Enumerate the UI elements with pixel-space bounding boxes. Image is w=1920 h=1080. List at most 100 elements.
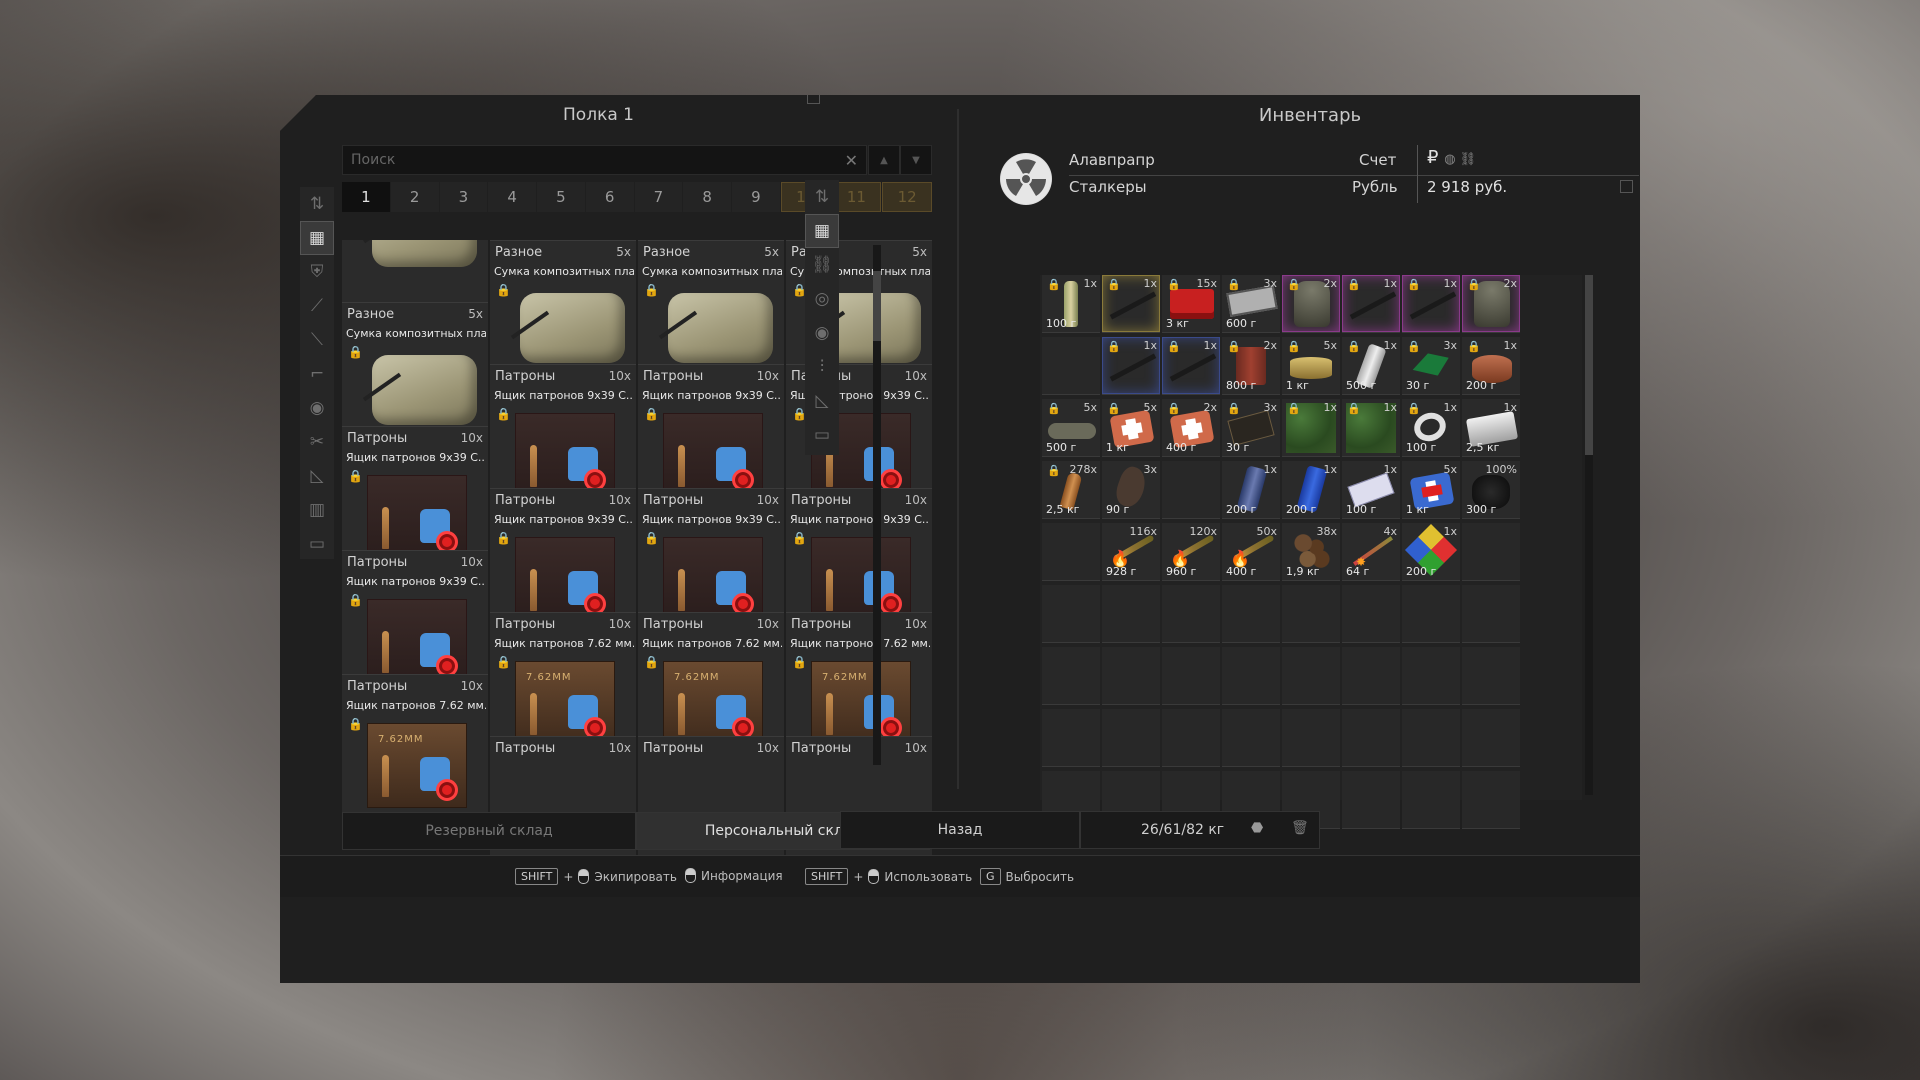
inventory-slot-bullet[interactable]: 🔥 120x 960 г <box>1162 523 1220 581</box>
inventory-slot-artifact[interactable]: 🔒 3x 30 г <box>1402 337 1460 395</box>
inventory-slot-empty[interactable] <box>1462 709 1520 767</box>
triangle-icon[interactable]: ◺ <box>300 459 334 493</box>
inventory-slot-bullet[interactable]: 🔥 116x 928 г <box>1102 523 1160 581</box>
trash-icon[interactable]: 🗑 <box>1291 820 1309 836</box>
sort-icon[interactable]: ⇅ <box>300 187 334 221</box>
inventory-slot-empty[interactable] <box>1402 709 1460 767</box>
inventory-slot-empty[interactable] <box>1342 585 1400 643</box>
inventory-slot-dart[interactable]: ✸ 4x 64 г <box>1342 523 1400 581</box>
inventory-slot-dark[interactable]: 100% 300 г <box>1462 461 1520 519</box>
inventory-slot-medkit2[interactable]: 5x 1 кг <box>1402 461 1460 519</box>
camera-icon[interactable]: ◉ <box>300 391 334 425</box>
inventory-slot-rifle[interactable]: 🔒 1x <box>1102 337 1160 395</box>
inventory-slot-empty[interactable] <box>1462 647 1520 705</box>
tab-shelf-6[interactable]: 6 <box>585 182 634 212</box>
inventory-slot-empty[interactable] <box>1102 585 1160 643</box>
back-button[interactable]: Назад <box>840 811 1080 849</box>
shelf-scrollbar[interactable] <box>873 245 881 765</box>
inventory-slot-empty[interactable] <box>1282 709 1340 767</box>
inventory-slot-rifle[interactable]: 🔒 1x <box>1162 337 1220 395</box>
inventory-slot-tin[interactable]: 🔒 5x 1 кг <box>1282 337 1340 395</box>
tab-shelf-12[interactable]: 12 <box>882 182 932 212</box>
inventory-slot-medkit[interactable]: 🔒 5x 1 кг <box>1102 399 1160 457</box>
inventory-scrollbar[interactable] <box>1585 275 1593 795</box>
inventory-slot-empty[interactable] <box>1042 585 1100 643</box>
tab-shelf-8[interactable]: 8 <box>683 182 731 212</box>
inventory-slot-empty[interactable] <box>1162 461 1220 519</box>
grenade-icon[interactable]: ◎ <box>805 282 839 316</box>
scroll-down-arrow-icon[interactable]: ▼ <box>900 145 932 175</box>
camera-icon[interactable]: ◉ <box>805 316 839 350</box>
inventory-slot-empty[interactable] <box>1342 709 1400 767</box>
inventory-slot-rifle[interactable]: 🔒 1x <box>1102 275 1160 333</box>
tab-shelf-4[interactable]: 4 <box>488 182 536 212</box>
inventory-slot-toolkit[interactable]: 🔒 3x 600 г <box>1222 275 1280 333</box>
scroll-up-arrow-icon[interactable]: ▲ <box>868 145 900 175</box>
help-icon[interactable] <box>1620 180 1633 193</box>
inventory-slot-empty[interactable] <box>1042 523 1100 581</box>
inventory-slot-empty[interactable] <box>1342 771 1400 829</box>
tab-shelf-5[interactable]: 5 <box>537 182 585 212</box>
tab-shelf-3[interactable]: 3 <box>439 182 488 212</box>
tab-shelf-9[interactable]: 9 <box>732 182 780 212</box>
inventory-slot-envelope[interactable]: 🔒 3x 30 г <box>1222 399 1280 457</box>
shelf-item-card[interactable]: 7.62MM Патроны 10x Ящик патронов 7.62 мм.. 🔒 <box>342 674 488 824</box>
tab-shelf-7[interactable]: 7 <box>634 182 683 212</box>
inventory-slot-spray[interactable]: 1x 200 г <box>1222 461 1280 519</box>
inventory-slot-bottle[interactable]: 🔒 1x 100 г <box>1042 275 1100 333</box>
armor-icon[interactable]: ⛨ <box>300 255 334 289</box>
inventory-slot-redbox[interactable]: 🔒 15x 3 кг <box>1162 275 1220 333</box>
inventory-slot-case[interactable]: 1x 2,5 кг <box>1462 399 1520 457</box>
inventory-slot-empty[interactable] <box>1282 647 1340 705</box>
inventory-slot-camo[interactable]: 🔒 1x <box>1342 399 1400 457</box>
link-icon[interactable]: ⛓ <box>805 248 839 282</box>
tools-icon[interactable]: ✂ <box>300 425 334 459</box>
inventory-slot-empty[interactable] <box>1462 771 1520 829</box>
inventory-slot-empty[interactable] <box>1222 709 1280 767</box>
clear-search-icon[interactable]: ✕ <box>845 151 858 170</box>
triangle-icon[interactable]: ◺ <box>805 384 839 418</box>
box-icon[interactable]: ▭ <box>805 418 839 452</box>
inventory-slot-empty[interactable] <box>1402 585 1460 643</box>
inventory-slot-can[interactable]: 🔒 2x 800 г <box>1222 337 1280 395</box>
inventory-slot-bandage[interactable]: 🔒 5x 500 г <box>1042 399 1100 457</box>
inventory-slot-empty[interactable] <box>1462 523 1520 581</box>
inventory-slot-pills[interactable]: 1x 100 г <box>1342 461 1400 519</box>
inventory-slot-empty[interactable] <box>1162 585 1220 643</box>
book-icon[interactable]: ▥ <box>300 493 334 527</box>
inventory-slot-empty[interactable] <box>1462 585 1520 643</box>
inventory-slot-nuts[interactable]: 38x 1,9 кг <box>1282 523 1340 581</box>
inventory-slot-armor[interactable]: 🔒 2x <box>1462 275 1520 333</box>
inventory-slot-armor[interactable]: 🔒 2x <box>1282 275 1340 333</box>
inventory-slot-empty[interactable] <box>1402 771 1460 829</box>
search-input[interactable] <box>343 146 823 174</box>
inventory-slot-jar[interactable]: 🔒 1x 200 г <box>1462 337 1520 395</box>
tab-shelf-2[interactable]: 2 <box>390 182 439 212</box>
box-icon[interactable]: ▭ <box>300 527 334 561</box>
inventory-slot-flask[interactable]: 🔒 1x 500 г <box>1342 337 1400 395</box>
inventory-slot-rifle[interactable]: 🔒 1x <box>1402 275 1460 333</box>
rifle-icon[interactable]: ⟋ <box>300 289 334 323</box>
inventory-slot-empty[interactable] <box>1282 585 1340 643</box>
sort-icon[interactable]: ⇅ <box>805 180 839 214</box>
grid-icon[interactable]: ▦ <box>300 221 334 255</box>
inventory-slot-shell[interactable]: 🔒 278x 2,5 кг <box>1042 461 1100 519</box>
inventory-slot-empty[interactable] <box>1102 647 1160 705</box>
inventory-slot-energy[interactable]: 1x 200 г <box>1282 461 1340 519</box>
inventory-slot-empty[interactable] <box>1042 709 1100 767</box>
knife-icon[interactable]: ⟍ <box>300 323 334 357</box>
inventory-slot-cube[interactable]: 1x 200 г <box>1402 523 1460 581</box>
inventory-slot-empty[interactable] <box>1222 585 1280 643</box>
inventory-slot-camo[interactable]: 🔒 1x <box>1282 399 1340 457</box>
inventory-slot-bullet[interactable]: 🔥 50x 400 г <box>1222 523 1280 581</box>
grid-icon[interactable]: ▦ <box>805 214 839 248</box>
inventory-slot-empty[interactable] <box>1042 647 1100 705</box>
inventory-slot-empty[interactable] <box>1342 647 1400 705</box>
inventory-slot-rifle[interactable]: 🔒 1x <box>1342 275 1400 333</box>
inventory-slot-medkit[interactable]: 🔒 2x 400 г <box>1162 399 1220 457</box>
tab-reserve-storage[interactable]: Резервный склад <box>342 812 636 850</box>
inventory-slot-empty[interactable] <box>1042 337 1100 395</box>
inventory-slot-ring[interactable]: 🔒 1x 100 г <box>1402 399 1460 457</box>
pistol-icon[interactable]: ⌐ <box>300 357 334 391</box>
inventory-slot-empty[interactable] <box>1162 647 1220 705</box>
